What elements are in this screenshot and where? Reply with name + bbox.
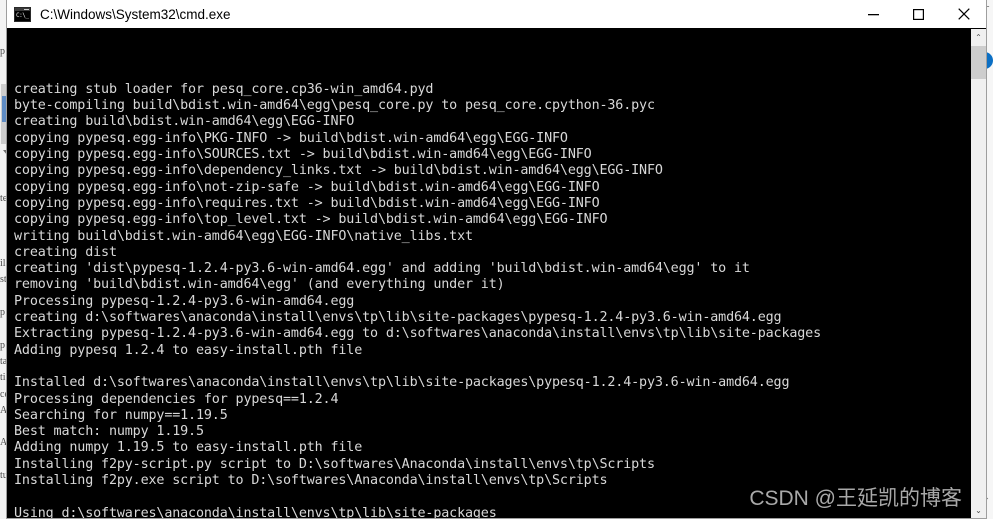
console-line: Using d:\softwares\anaconda\install\envs… [14, 505, 497, 518]
console-line: copying pypesq.egg-info\top_level.txt ->… [14, 212, 608, 228]
close-icon [957, 8, 970, 20]
console-line: writing build\bdist.win-amd64\egg\EGG-IN… [14, 228, 473, 244]
scroll-down-button[interactable]: ⌄ [971, 502, 986, 518]
window-titlebar[interactable]: C:\_ C:\Windows\System32\cmd.exe [7, 0, 986, 29]
window-controls [851, 0, 986, 28]
console-line: creating stub loader for pesq_core.cp36-… [14, 81, 434, 97]
maximize-button[interactable] [896, 0, 941, 28]
console-line: copying pypesq.egg-info\not-zip-safe -> … [14, 179, 600, 195]
console-line: creating 'dist\pypesq-1.2.4-py3.6-win-am… [14, 261, 750, 277]
maximize-icon [913, 8, 924, 20]
console-line: Installing f2py.exe script to D:\softwar… [14, 473, 608, 489]
console-line: Extracting pypesq-1.2.4-py3.6-win-amd64.… [14, 326, 822, 342]
console-line: Adding numpy 1.19.5 to easy-install.pth … [14, 440, 363, 456]
console-line: copying pypesq.egg-info\SOURCES.txt -> b… [14, 147, 592, 163]
console-line: Processing dependencies for pypesq==1.2.… [14, 391, 339, 407]
icon-screen-text: C:\_ [15, 10, 30, 21]
console-output[interactable]: creating stub loader for pesq_core.cp36-… [7, 29, 970, 518]
console-line: creating d:\softwares\anaconda\install\e… [14, 310, 782, 326]
minimize-button[interactable] [851, 0, 896, 28]
close-button[interactable] [941, 0, 986, 28]
console-body[interactable]: creating stub loader for pesq_core.cp36-… [7, 29, 986, 518]
window-title: C:\Windows\System32\cmd.exe [40, 6, 231, 22]
cmd-console-icon: C:\_ [14, 6, 31, 22]
console-line: Searching for numpy==1.19.5 [14, 407, 228, 423]
console-line: Adding pypesq 1.2.4 to easy-install.pth … [14, 342, 363, 358]
scrollbar-track[interactable] [971, 45, 986, 502]
console-line: removing 'build\bdist.win-amd64\egg' (an… [14, 277, 505, 293]
console-line: Processing pypesq-1.2.4-py3.6-win-amd64.… [14, 293, 355, 309]
console-line: byte-compiling build\bdist.win-amd64\egg… [14, 98, 655, 114]
console-line: creating build\bdist.win-amd64\egg\EGG-I… [14, 114, 355, 130]
console-line: copying pypesq.egg-info\dependency_links… [14, 163, 663, 179]
console-line: Best match: numpy 1.19.5 [14, 424, 204, 440]
minimize-icon [868, 13, 879, 15]
console-line: copying pypesq.egg-info\PKG-INFO -> buil… [14, 130, 568, 146]
scrollbar-thumb[interactable] [971, 46, 986, 79]
console-scrollbar[interactable]: ⌃ ⌄ [970, 29, 986, 518]
cmd-window: C:\_ C:\Windows\System32\cmd.exe creatin… [6, 0, 987, 519]
console-line: copying pypesq.egg-info\requires.txt -> … [14, 195, 600, 211]
console-line: Installing f2py-script.py script to D:\s… [14, 456, 655, 472]
console-line: creating dist [14, 244, 117, 260]
console-line: Installed d:\softwares\anaconda\install\… [14, 375, 790, 391]
scroll-up-button[interactable]: ⌃ [971, 29, 986, 45]
